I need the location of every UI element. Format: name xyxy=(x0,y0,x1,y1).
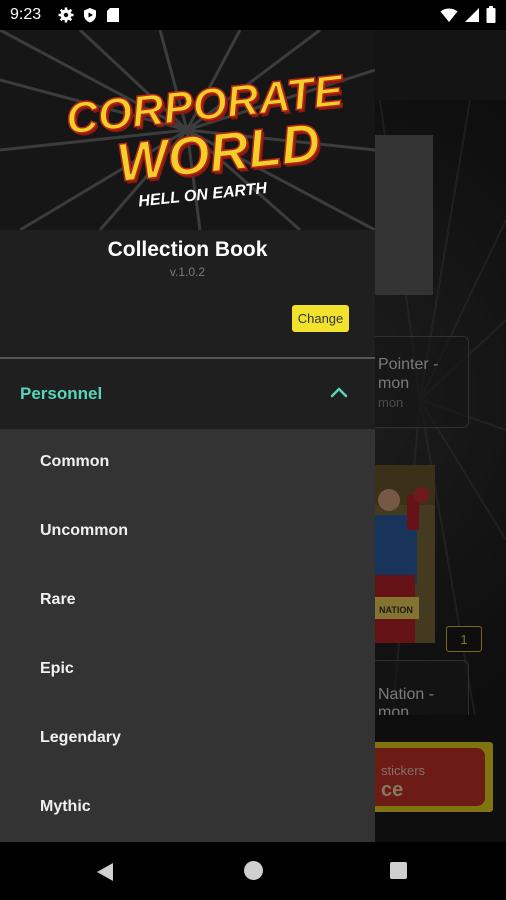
navigation-drawer: CORPORATE CORPORATE WORLD WORLD HELL ON … xyxy=(0,0,375,842)
back-icon[interactable] xyxy=(96,862,114,882)
section-label: Personnel xyxy=(20,384,103,403)
menu-item-label: Mythic xyxy=(40,798,91,815)
menu-item-legendary[interactable]: Legendary xyxy=(0,705,375,774)
chevron-up-icon xyxy=(330,387,348,398)
app-version: v.1.0.2 xyxy=(169,265,206,279)
status-icons-right xyxy=(440,6,496,23)
signal-icon xyxy=(465,7,479,22)
section-submenu: Common Uncommon Rare Epic Legendary Myth… xyxy=(0,429,375,842)
status-icons-left xyxy=(58,7,120,23)
menu-item-mythic[interactable]: Mythic xyxy=(0,774,375,842)
menu-item-label: Epic xyxy=(40,660,74,677)
play-protect-icon xyxy=(84,8,96,23)
section-header-personnel[interactable]: Personnel xyxy=(0,359,375,429)
status-bar: 9:23 xyxy=(0,0,506,30)
menu-item-epic[interactable]: Epic xyxy=(0,636,375,705)
menu-item-label: Uncommon xyxy=(40,522,128,539)
drawer-header-logo: CORPORATE CORPORATE WORLD WORLD HELL ON … xyxy=(0,30,375,230)
menu-item-rare[interactable]: Rare xyxy=(0,567,375,636)
recents-icon[interactable] xyxy=(390,862,407,879)
wifi-icon xyxy=(440,8,458,22)
menu-item-label: Common xyxy=(40,453,110,470)
menu-item-common[interactable]: Common xyxy=(0,429,375,498)
status-time: 9:23 xyxy=(10,6,42,23)
gear-icon xyxy=(58,7,74,23)
drawer-title: Collection Book xyxy=(107,238,268,261)
change-button[interactable]: Change xyxy=(292,305,349,332)
battery-icon xyxy=(486,6,496,23)
sd-card-icon xyxy=(107,8,119,22)
menu-item-uncommon[interactable]: Uncommon xyxy=(0,498,375,567)
system-nav-bar xyxy=(0,842,506,900)
home-icon[interactable] xyxy=(244,861,263,880)
menu-item-label: Legendary xyxy=(40,729,121,746)
logo-banner-icon: CORPORATE CORPORATE WORLD WORLD HELL ON … xyxy=(0,30,375,230)
menu-item-label: Rare xyxy=(40,591,76,608)
